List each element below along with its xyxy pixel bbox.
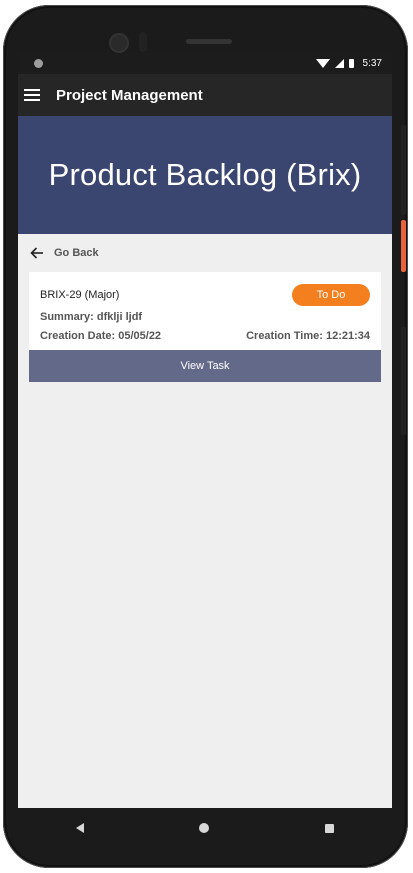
nav-back-icon[interactable] — [75, 823, 84, 833]
wifi-icon — [315, 59, 330, 68]
status-badge: To Do — [292, 284, 370, 306]
hamburger-menu-icon[interactable] — [24, 89, 40, 101]
task-key: BRIX-29 (Major) — [40, 289, 120, 301]
page-header: Product Backlog (Brix) — [18, 116, 392, 234]
battery-icon — [348, 59, 354, 68]
task-summary: Summary: dfklji ljdf — [40, 311, 143, 323]
nav-recents-icon[interactable] — [325, 823, 335, 833]
creation-time: Creation Time: 12:21:34 — [246, 330, 370, 342]
app-title: Project Management — [56, 86, 203, 104]
go-back-label: Go Back — [54, 247, 99, 259]
sensor — [139, 32, 147, 52]
view-task-button[interactable]: View Task — [29, 350, 381, 382]
arrow-left-icon — [30, 246, 44, 260]
creation-date: Creation Date: 05/05/22 — [40, 330, 162, 342]
task-card: BRIX-29 (Major) To Do Summary: dfklji lj… — [29, 272, 381, 350]
system-navigation-bar — [18, 808, 392, 848]
app-bar: Project Management — [18, 74, 392, 116]
front-camera — [111, 35, 127, 51]
screen: 5:37 Project Management Product Backlog … — [18, 53, 392, 808]
earpiece-speaker — [186, 39, 232, 44]
status-time: 5:37 — [362, 58, 382, 69]
volume-button — [401, 327, 406, 435]
power-button — [401, 125, 406, 215]
go-back-link[interactable]: Go Back — [18, 234, 392, 272]
nav-home-icon[interactable] — [199, 823, 210, 833]
signal-icon — [334, 59, 344, 68]
page-title: Product Backlog (Brix) — [48, 157, 362, 192]
notification-dot-icon — [34, 59, 43, 68]
side-accent-button — [401, 220, 406, 272]
status-bar: 5:37 — [18, 53, 392, 74]
